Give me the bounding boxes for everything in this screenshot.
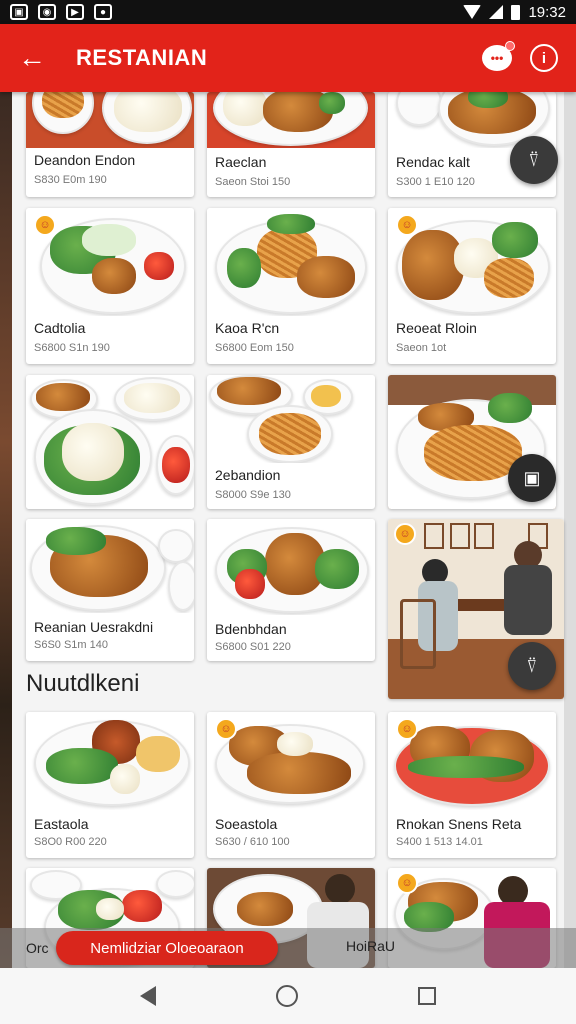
food-photo [26,712,194,810]
food-photo [26,375,194,509]
food-photo [207,208,375,316]
promo-badge-icon: ☺ [396,718,418,740]
signal-icon [489,5,504,19]
menu-card[interactable] [26,375,194,509]
dish-meta: S630 / 610 100 [215,836,290,848]
dish-meta: S830 E0m 190 [34,174,107,186]
back-arrow-icon[interactable]: ← [0,24,64,92]
dish-meta: S6800 S1n 190 [34,342,110,354]
food-photo [26,519,194,613]
menu-card[interactable]: Raeclan Saeon Stoi 150 [207,92,375,197]
food-photo [207,92,375,148]
dish-name: Bdenbhdan [215,621,287,637]
dish-meta: Saeon 1ot [396,342,447,354]
food-photo [26,92,194,148]
dish-meta: S8000 S9e 130 [215,489,291,501]
dish-meta: S300 1 E10 120 [396,176,475,188]
dish-meta: S6800 S01 220 [215,641,291,653]
bottom-action-bar: Orc Nemlidziar Oloeoaraon HoiRaU [0,928,576,968]
menu-content[interactable]: Deandon Endon S830 E0m 190 Raeclan Saeon… [0,92,576,968]
nav-recents-icon[interactable] [418,987,436,1005]
wifi-icon [463,5,482,19]
dish-name: Rendac kalt [396,154,470,170]
pokeball-icon: ● [94,4,112,20]
dish-name: Cadtolia [34,320,86,336]
background-photo-left [0,92,12,968]
battery-icon [511,4,521,20]
promo-badge-icon: ☺ [215,718,237,740]
media-icon: ▶ [66,4,84,20]
dish-name: Reanian Uesrakdni [34,619,154,635]
status-bar: ▣ ◉ ▶ ● 19:32 [0,0,576,24]
nav-home-icon[interactable] [276,985,298,1007]
promo-badge-icon: ☺ [394,523,416,545]
dish-name: Deandon Endon [34,152,136,168]
dish-meta: S6S0 S1m 140 [34,639,108,651]
menu-card[interactable]: ☺ Reoeat Rloin Saeon 1ot [388,208,556,364]
menu-card[interactable]: Deandon Endon S830 E0m 190 [26,92,194,197]
dish-meta: S8O0 R00 220 [34,836,107,848]
menu-sheet: Deandon Endon S830 E0m 190 Raeclan Saeon… [12,92,564,968]
dish-name: Kaoa R'cn [215,320,280,336]
food-photo: ☺ [207,712,375,810]
dish-name: 2ebandion [215,467,281,483]
status-time: 19:32 [528,3,566,21]
promo-badge-icon: ☺ [34,214,56,236]
app-title: RESTANIAN [76,45,208,70]
chat-bubble-icon[interactable]: ••• [482,41,515,71]
gallery-icon: ◉ [38,4,56,20]
menu-card[interactable]: Kaoa R'cn S6800 Eom 150 [207,208,375,364]
menu-card[interactable]: ☺ Soeastola S630 / 610 100 [207,712,375,858]
promo-badge-icon: ☺ [396,214,418,236]
dish-name: Eastaola [34,816,89,832]
menu-card[interactable]: 2ebandion S8000 S9e 130 [207,375,375,509]
table-dining-icon[interactable]: ▣ [508,454,556,502]
notification-dot [505,41,515,51]
food-photo [207,519,375,615]
menu-card[interactable]: ☺ Rnokan Snens Reta S400 1 513 14.01 [388,712,556,858]
bottom-right-label[interactable]: HoiRaU [346,938,395,954]
dish-meta: S400 1 513 14.01 [396,836,483,848]
app-bar: ← RESTANIAN ••• i [0,24,576,92]
table-dining-icon[interactable]: ⍢ [510,136,558,184]
notification-icon: ▣ [10,4,28,20]
bottom-left-label[interactable]: Orc [26,940,49,956]
scrollbar[interactable] [564,92,576,968]
food-photo: ☺ [26,208,194,316]
dish-name: Rnokan Snens Reta [396,816,522,832]
dish-name: Raeclan [215,154,267,170]
food-photo [207,375,375,463]
dish-meta: S6800 Eom 150 [215,342,294,354]
menu-card[interactable]: Eastaola S8O0 R00 220 [26,712,194,858]
system-nav-bar [0,968,576,1024]
primary-action-button[interactable]: Nemlidziar Oloeoaraon [56,931,278,965]
food-photo: ☺ [388,208,556,316]
menu-card[interactable]: ☺ Cadtolia S6800 S1n 190 [26,208,194,364]
section-title: Nuutdlkeni [26,670,140,697]
table-dining-icon[interactable]: ⍢ [508,642,556,690]
dish-name: Soeastola [215,816,278,832]
menu-card[interactable]: Bdenbhdan S6800 S01 220 [207,519,375,661]
dish-meta: Saeon Stoi 150 [215,176,291,188]
info-icon[interactable]: i [530,44,558,72]
menu-card[interactable]: Reanian Uesrakdni S6S0 S1m 140 [26,519,194,661]
food-photo: ☺ [388,712,556,810]
nav-back-icon[interactable] [140,986,156,1006]
dish-name: Reoeat Rloin [396,320,477,336]
promo-badge-icon: ☺ [396,872,418,894]
